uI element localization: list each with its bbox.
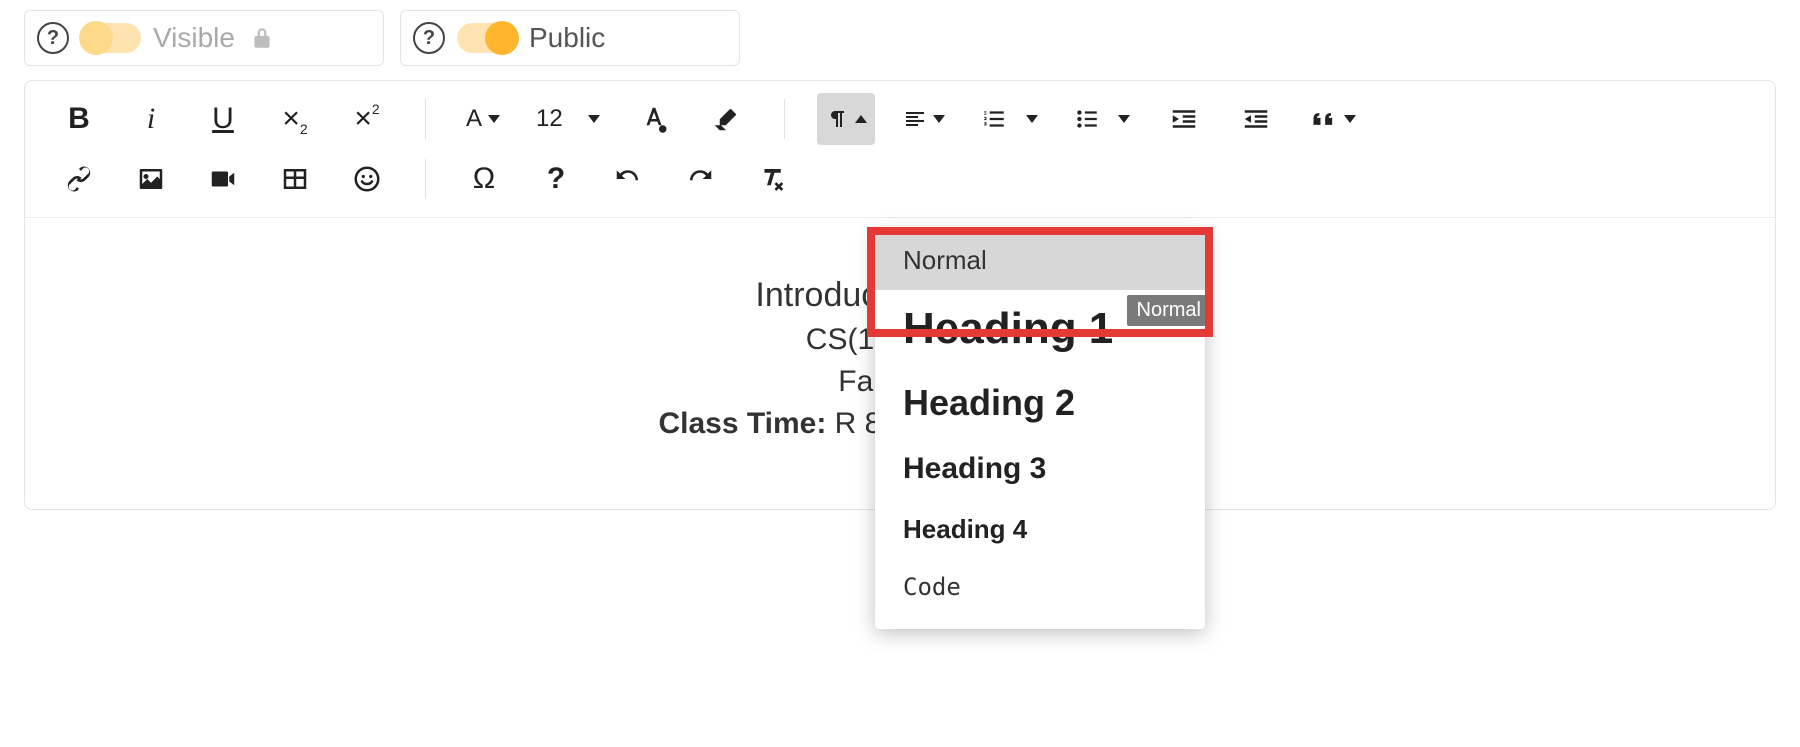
- visibility-toggle[interactable]: [81, 23, 141, 53]
- quote-button[interactable]: [1302, 93, 1364, 145]
- table-button[interactable]: [269, 153, 321, 205]
- toolbar-separator: [425, 159, 426, 199]
- underline-button[interactable]: U: [197, 93, 249, 145]
- help-icon[interactable]: ?: [37, 22, 69, 54]
- unordered-list-button[interactable]: [1066, 93, 1139, 145]
- format-option-h4[interactable]: Heading 4: [875, 500, 1205, 559]
- help-button[interactable]: ?: [530, 153, 582, 205]
- public-label: Public: [529, 22, 605, 54]
- public-toggle[interactable]: [457, 23, 517, 53]
- italic-button[interactable]: i: [125, 93, 177, 145]
- indent-button[interactable]: [1158, 93, 1210, 145]
- tooltip: Normal: [1127, 295, 1211, 326]
- paragraph-format-dropdown: Normal Normal Heading 1 Heading 2 Headin…: [875, 231, 1205, 629]
- font-size-button[interactable]: 12: [528, 93, 608, 145]
- format-option-label: Normal: [903, 245, 987, 275]
- subscript-button[interactable]: ×2: [269, 93, 321, 145]
- toolbar-separator: [425, 99, 426, 139]
- link-button[interactable]: [53, 153, 105, 205]
- font-family-button[interactable]: A: [458, 93, 508, 145]
- clear-format-button[interactable]: [746, 153, 798, 205]
- format-option-h3[interactable]: Heading 3: [875, 438, 1205, 500]
- image-button[interactable]: [125, 153, 177, 205]
- video-button[interactable]: [197, 153, 249, 205]
- highlight-button[interactable]: [700, 93, 752, 145]
- visibility-label: Visible: [153, 22, 235, 54]
- public-toggle-box: ? Public: [400, 10, 740, 66]
- redo-button[interactable]: [674, 153, 726, 205]
- bold-button[interactable]: B: [53, 93, 105, 145]
- editor-container: B i U ×2 ×2 A 12: [24, 80, 1776, 510]
- toolbar: B i U ×2 ×2 A 12: [25, 81, 1775, 218]
- paragraph-format-button[interactable]: [817, 93, 875, 145]
- special-char-button[interactable]: Ω: [458, 153, 510, 205]
- class-time-label: Class Time:: [658, 407, 826, 440]
- format-option-normal[interactable]: Normal Normal: [875, 231, 1205, 290]
- text-color-button[interactable]: [628, 93, 680, 145]
- toolbar-separator: [784, 99, 785, 139]
- emoji-button[interactable]: [341, 153, 393, 205]
- top-toggle-bar: ? Visible ? Public: [0, 0, 1800, 80]
- help-icon[interactable]: ?: [413, 22, 445, 54]
- ordered-list-button[interactable]: [973, 93, 1046, 145]
- superscript-button[interactable]: ×2: [341, 93, 393, 145]
- visibility-toggle-box: ? Visible: [24, 10, 384, 66]
- outdent-button[interactable]: [1230, 93, 1282, 145]
- format-option-code[interactable]: Code: [875, 559, 1205, 615]
- align-button[interactable]: [895, 93, 953, 145]
- font-size-value: 12: [536, 105, 563, 133]
- lock-icon: [247, 23, 277, 53]
- format-option-h2[interactable]: Heading 2: [875, 368, 1205, 438]
- undo-button[interactable]: [602, 153, 654, 205]
